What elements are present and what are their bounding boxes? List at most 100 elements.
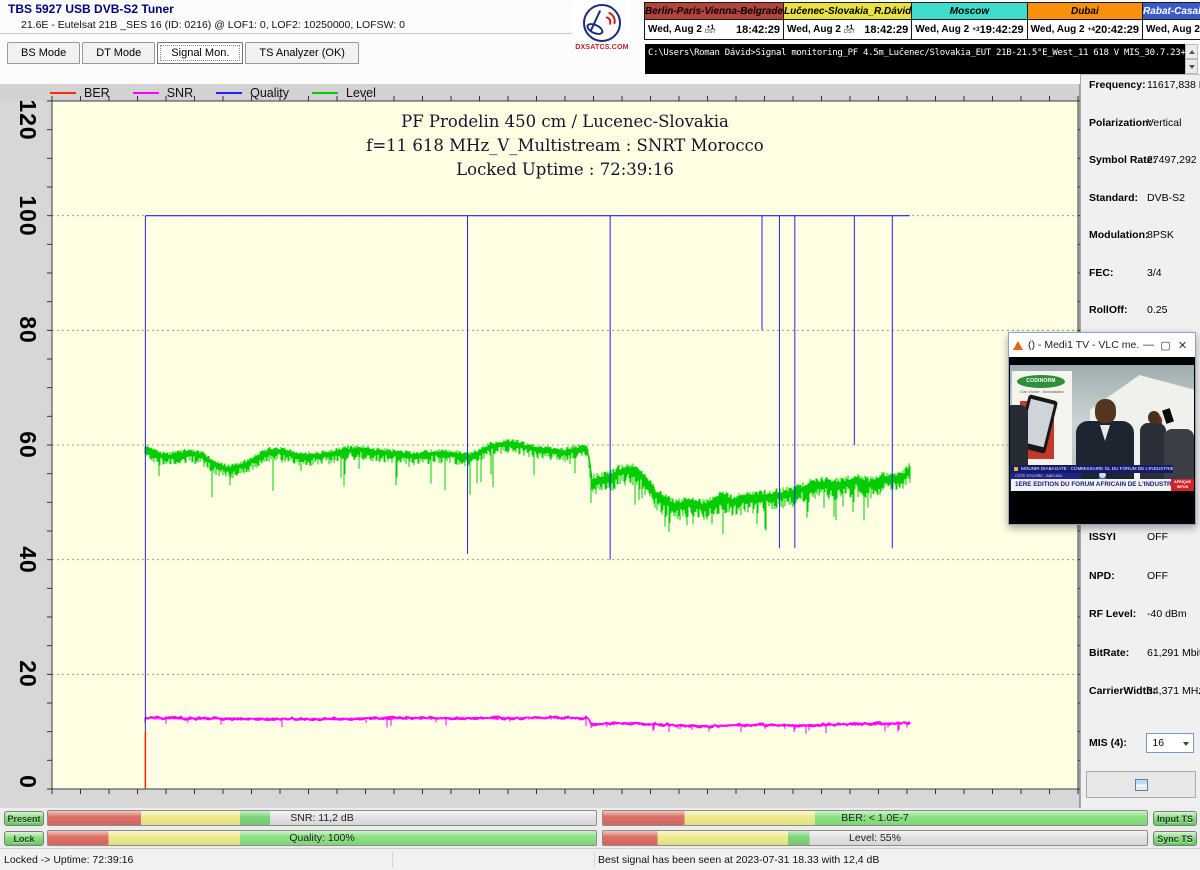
parameter-value: OFF xyxy=(1147,531,1168,545)
snr-bar: SNR: 11,2 dB xyxy=(47,810,597,826)
lower-third-name: MOUNIR DIABAGATE : COMMISSAIRE GL DU FOR… xyxy=(1011,465,1173,473)
level-bar: Level: 55% xyxy=(602,830,1148,846)
tab[interactable]: DT Mode xyxy=(82,42,155,64)
parameter-label: BitRate: xyxy=(1089,647,1147,661)
indicator-strip: Present SNR: 11,2 dB BER: < 1.0E-7 Input… xyxy=(0,808,1200,848)
vlc-titlebar[interactable]: () - Medi1 TV - VLC me... — ▢ ✕ xyxy=(1009,333,1195,357)
world-clocks: Berlin-Paris-Vienna-Belgrade Wed, Aug 2 … xyxy=(645,2,1198,40)
parameter-value: OFF xyxy=(1147,570,1168,584)
parameter-label: NPD: xyxy=(1089,570,1147,584)
ticker-text: Yémen: aide d'1 Md USD de l'Arabie saoud… xyxy=(1038,491,1168,492)
ber-bar: BER: < 1.0E-7 xyxy=(602,810,1148,826)
parameter-value: 34,371 MHz xyxy=(1147,685,1200,699)
monitoring-command-line[interactable]: C:\Users\Roman Dávid>Signal monitoring_P… xyxy=(645,44,1185,74)
video-scene: CODINORM Côte d'Ivoire - Normalisation M… xyxy=(1010,365,1194,491)
mis-row: MIS (4): 16 xyxy=(1089,733,1194,753)
world-clock: Berlin-Paris-Vienna-Belgrade Wed, Aug 2 … xyxy=(644,2,784,40)
chevron-down-icon xyxy=(1183,742,1189,749)
parameter-value: 11617,838 MHz xyxy=(1147,79,1200,93)
tab[interactable]: Signal Mon. xyxy=(157,42,243,64)
parameter-row: Symbol Rate: 27497,292 KS/s xyxy=(1089,154,1198,168)
console-scrollbar xyxy=(1185,44,1198,74)
close-button[interactable]: ✕ xyxy=(1174,339,1191,352)
parameter-label: Modulation: xyxy=(1089,229,1147,243)
ticker-tag xyxy=(1026,491,1038,492)
parameter-row: RF Level: -40 dBm xyxy=(1089,608,1198,622)
parameter-row: ISSYI OFF xyxy=(1089,531,1198,545)
afrique-infos-badge: AFRIQUE INFOS xyxy=(1171,479,1194,491)
headline-bar: 1ÈRE ÉDITION DU FORUM AFRICAIN DE L'INDU… xyxy=(1011,479,1194,491)
parameter-value: Vertical xyxy=(1147,117,1181,131)
clock-city: Dubai xyxy=(1028,3,1142,20)
parameter-row: NPD: OFF xyxy=(1089,570,1198,584)
satellite-dish-icon xyxy=(583,4,621,42)
header-divider xyxy=(0,33,572,34)
y-axis-label: 60 xyxy=(14,431,41,459)
clock-date: Wed, Aug 2 xyxy=(1146,24,1200,35)
sync-ts-button[interactable]: Sync TS xyxy=(1153,831,1197,846)
input-ts-button[interactable]: Input TS xyxy=(1153,811,1197,826)
video-frame: CODINORM Côte d'Ivoire - Normalisation M… xyxy=(1009,357,1195,524)
parameter-value: 61,291 Mbit/s xyxy=(1147,647,1200,661)
parameter-row: FEC: 3/4 xyxy=(1089,267,1198,281)
world-clock: Rabat-Casablanca-London Wed, Aug 2 +1 17… xyxy=(1142,2,1200,40)
news-ticker: 19:42 Yémen: aide d'1 Md USD de l'Arabie… xyxy=(1011,491,1194,492)
parameter-row: Modulation: 8PSK xyxy=(1089,229,1198,243)
codinorm-subtitle: Côte d'Ivoire - Normalisation xyxy=(1016,390,1068,394)
ticker-time: 19:42 xyxy=(1011,491,1026,492)
ts-stripes-icon xyxy=(1135,779,1148,791)
signal-chart xyxy=(44,93,1086,797)
best-signal-status: Best signal has been seen at 2023-07-31 … xyxy=(598,854,879,866)
parameter-value: 3/4 xyxy=(1147,267,1162,281)
utc-offset: +3 xyxy=(972,27,979,32)
clock-city: Moscow xyxy=(912,3,1026,20)
parameter-row: BitRate: 61,291 Mbit/s xyxy=(1089,647,1198,661)
parameter-label: Frequency: xyxy=(1089,79,1147,93)
clock-city: Lučenec-Slovakia_R.Dávid xyxy=(784,3,911,20)
tab[interactable]: BS Mode xyxy=(7,42,80,64)
logo-caption: DXSATCS.COM xyxy=(575,44,628,51)
y-axis-label: 100 xyxy=(14,195,41,236)
arrow-up-icon xyxy=(1189,47,1195,54)
ts-tool-button[interactable] xyxy=(1086,771,1196,798)
signal-chart-panel: BER SNR Quality Level PF Prodelin 450 cm… xyxy=(0,84,1080,808)
vlc-cone-icon xyxy=(1013,336,1023,350)
arrow-down-icon xyxy=(1189,65,1195,72)
lock-button[interactable]: Lock xyxy=(4,831,44,846)
headline-text: 1ÈRE ÉDITION DU FORUM AFRICAIN DE L'INDU… xyxy=(1011,481,1171,488)
scroll-down-button[interactable] xyxy=(1185,59,1198,74)
tab[interactable]: TS Analyzer (OK) xyxy=(245,42,359,64)
codinorm-logo: CODINORM xyxy=(1017,375,1065,388)
world-clock: Moscow Wed, Aug 2 +3 19:42:29 xyxy=(911,2,1027,40)
parameter-label: Polarization: xyxy=(1089,117,1147,131)
parameter-value: -40 dBm xyxy=(1147,608,1187,622)
present-button[interactable]: Present xyxy=(4,811,44,826)
y-axis-label: 80 xyxy=(14,317,41,345)
quality-bar: Quality: 100% xyxy=(47,830,597,846)
parameter-row: RollOff: 0.25 xyxy=(1089,304,1198,318)
dst-flag: DST xyxy=(844,30,855,35)
vlc-window: () - Medi1 TV - VLC me... — ▢ ✕ CODINORM… xyxy=(1008,332,1196,525)
world-clock: Lučenec-Slovakia_R.Dávid Wed, Aug 2 +1 D… xyxy=(783,2,912,40)
tuner-subtitle: 21.6E - Eutelsat 21B _SES 16 (ID: 0216) … xyxy=(21,19,405,31)
app-title: TBS 5927 USB DVB-S2 Tuner xyxy=(8,2,174,16)
medi1tv-logo: MEDI1TV xyxy=(1168,491,1194,492)
y-axis-label: 120 xyxy=(14,99,41,140)
app-window: TBS 5927 USB DVB-S2 Tuner 21.6E - Eutels… xyxy=(0,0,1200,870)
maximize-button[interactable]: ▢ xyxy=(1157,339,1174,352)
clock-city: Berlin-Paris-Vienna-Belgrade xyxy=(645,3,783,20)
y-axis-label: 0 xyxy=(14,775,41,789)
parameter-label: CarrierWidth: xyxy=(1089,685,1147,699)
minimize-button[interactable]: — xyxy=(1140,339,1157,351)
dxsatcs-logo: DXSATCS.COM xyxy=(573,2,631,56)
clock-date: Wed, Aug 2 xyxy=(915,24,969,35)
parameter-value: DVB-S2 xyxy=(1147,192,1185,206)
clock-time: 18:42:29 xyxy=(736,24,780,36)
parameter-value: 0.25 xyxy=(1147,304,1167,318)
clock-city: Rabat-Casablanca-London xyxy=(1143,3,1200,20)
scroll-up-button[interactable] xyxy=(1185,44,1198,59)
mis-dropdown[interactable]: 16 xyxy=(1146,733,1194,753)
parameter-row: CarrierWidth: 34,371 MHz xyxy=(1089,685,1198,699)
mis-label: MIS (4): xyxy=(1089,737,1146,749)
vlc-window-title: () - Medi1 TV - VLC me... xyxy=(1028,339,1140,351)
